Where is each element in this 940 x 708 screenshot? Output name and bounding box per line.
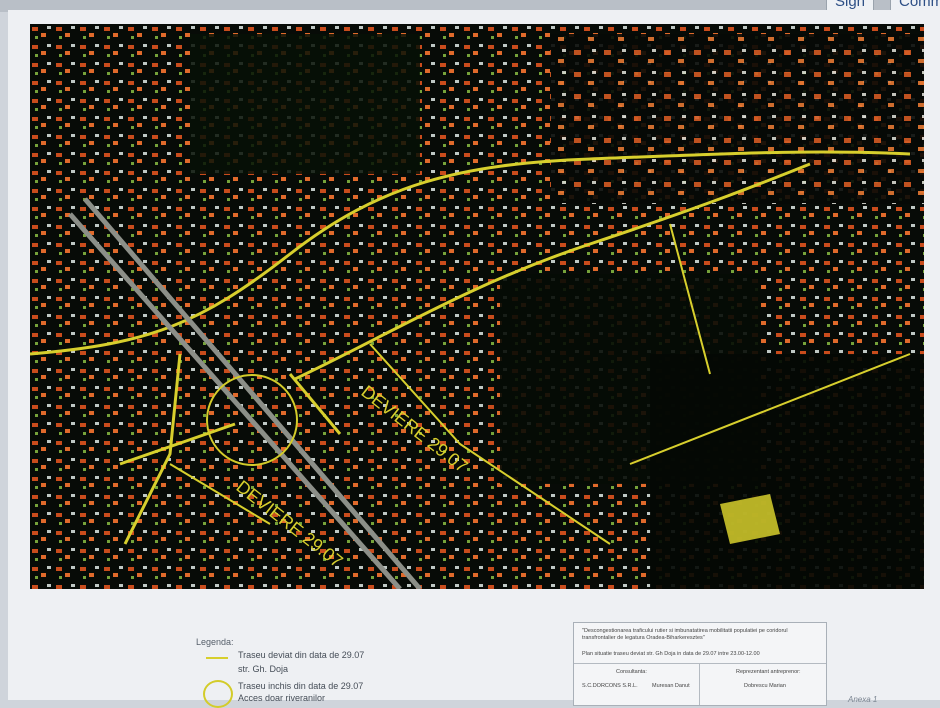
urban-area	[550, 34, 924, 204]
legend-text: str. Gh. Doja	[238, 664, 289, 674]
document-sheet: DEVIERE 29.07 DEVIERE 29.07 Legenda: Tra…	[8, 10, 940, 708]
dark-vegetation	[650, 354, 924, 589]
legend-circle-swatch	[203, 680, 233, 708]
aerial-map[interactable]: DEVIERE 29.07 DEVIERE 29.07	[30, 24, 924, 589]
project-title: "Descongestionarea traficului rutier si …	[582, 628, 788, 641]
dark-vegetation	[190, 34, 420, 174]
legend-line-swatch	[206, 657, 228, 659]
legend-text: Traseu inchis din data de 29.07	[238, 681, 364, 691]
plan-description: Plan situatie traseu deviat str. Gh Doja…	[582, 651, 760, 657]
legend-text: Traseu deviat din data de 29.07	[238, 650, 365, 660]
contractor-person: Dobrescu Marian	[744, 683, 786, 689]
contractor-label: Reprezentant antreprenor:	[736, 669, 801, 675]
divider	[574, 663, 826, 664]
title-block: "Descongestionarea traficului rutier si …	[573, 622, 827, 706]
map-svg: DEVIERE 29.07 DEVIERE 29.07	[30, 24, 924, 589]
consultant-person: Muresan Danut	[652, 683, 690, 689]
legend-title: Legenda:	[196, 637, 234, 647]
consultant-name: S.C.DORCONS S.R.L.	[582, 683, 638, 689]
legend-text: Acces doar riveranilor	[238, 693, 326, 703]
divider	[699, 663, 700, 705]
consultant-label: Consultanta:	[616, 669, 647, 675]
